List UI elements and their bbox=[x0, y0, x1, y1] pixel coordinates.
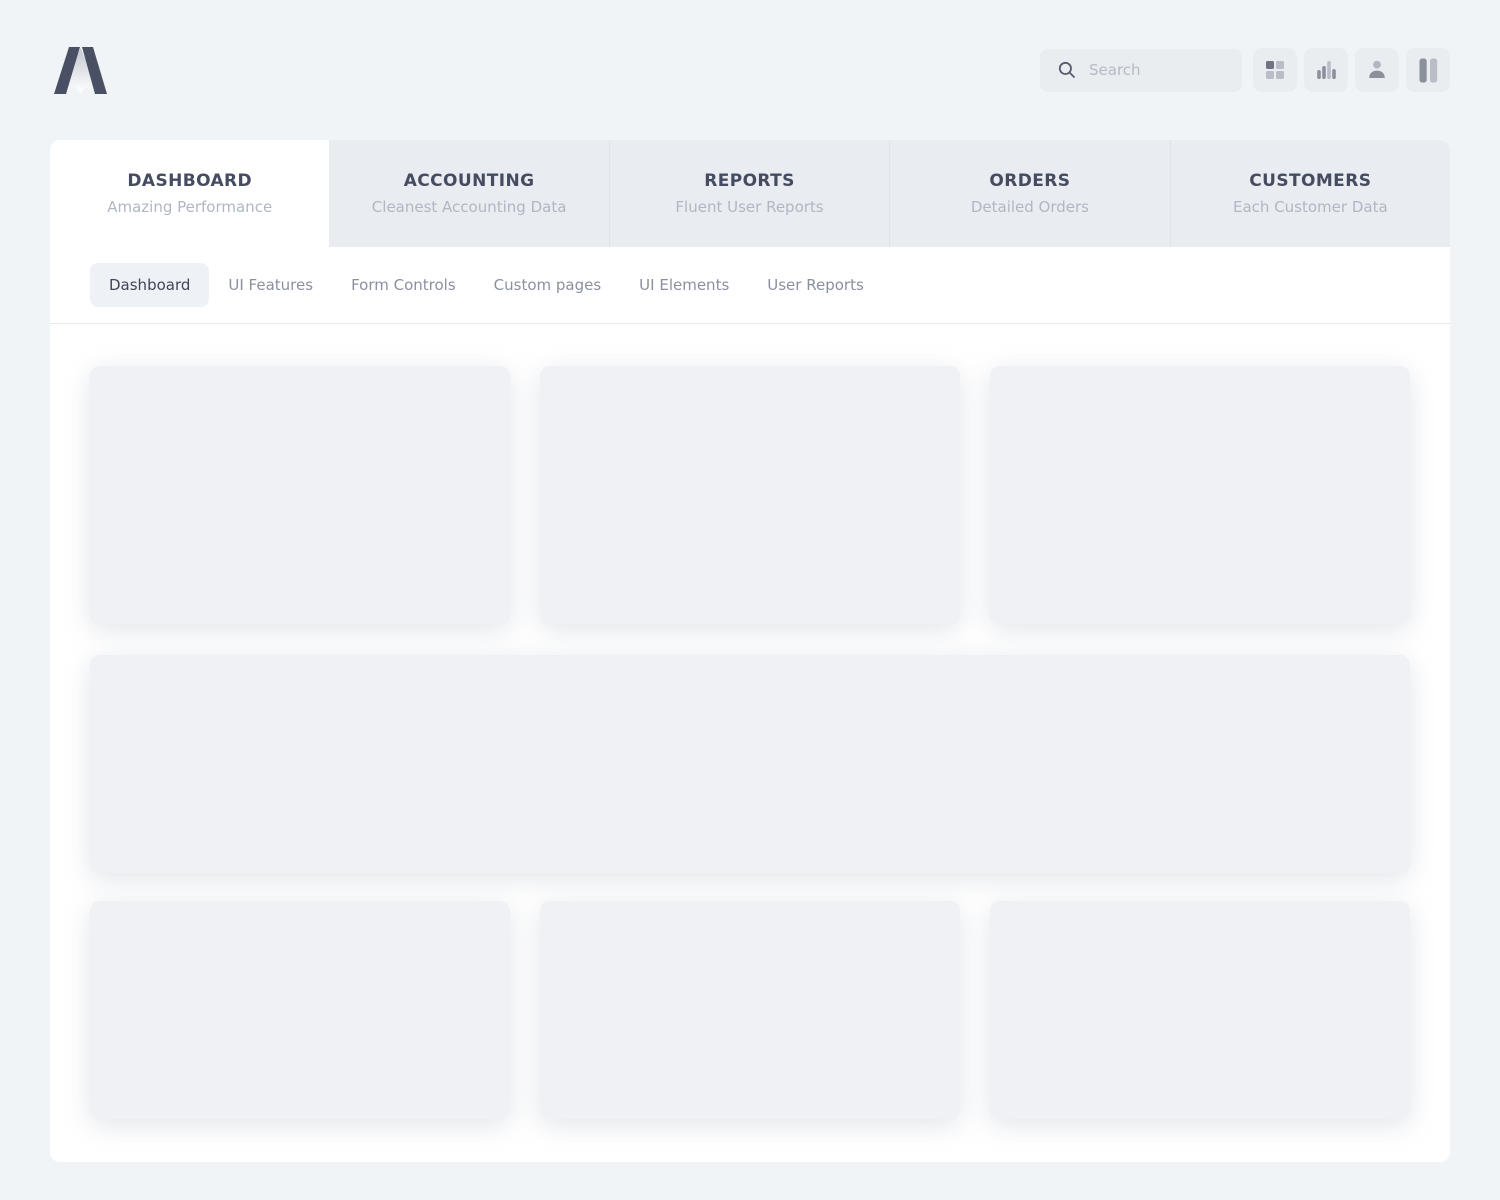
subnav-item-user-reports[interactable]: User Reports bbox=[748, 263, 883, 307]
placeholder-card bbox=[990, 366, 1410, 624]
analytics-button[interactable] bbox=[1304, 48, 1348, 92]
tab-dashboard[interactable]: DASHBOARD Amazing Performance bbox=[50, 140, 329, 247]
placeholder-card-wide bbox=[90, 655, 1410, 873]
subnav-item-custom-pages[interactable]: Custom pages bbox=[475, 263, 621, 307]
placeholder-card bbox=[90, 901, 510, 1119]
tab-subtitle: Cleanest Accounting Data bbox=[372, 198, 567, 216]
tab-title: DASHBOARD bbox=[127, 171, 252, 191]
columns-icon bbox=[1419, 58, 1438, 83]
tab-reports[interactable]: REPORTS Fluent User Reports bbox=[610, 140, 890, 247]
tab-title: ORDERS bbox=[989, 171, 1070, 191]
placeholder-card bbox=[990, 901, 1410, 1119]
layout-columns-button[interactable] bbox=[1406, 48, 1450, 92]
dashboard-content bbox=[50, 324, 1450, 1163]
placeholder-card bbox=[540, 901, 960, 1119]
bar-chart-icon bbox=[1315, 59, 1337, 81]
search-input[interactable] bbox=[1089, 61, 1219, 79]
top-bar bbox=[0, 0, 1500, 140]
placeholder-card bbox=[90, 366, 510, 624]
subnav-item-dashboard[interactable]: Dashboard bbox=[90, 263, 209, 307]
top-actions bbox=[1040, 48, 1450, 92]
search-box[interactable] bbox=[1040, 49, 1242, 92]
search-icon bbox=[1058, 61, 1076, 79]
tab-subtitle: Detailed Orders bbox=[971, 198, 1089, 216]
subnav-item-ui-features[interactable]: UI Features bbox=[209, 263, 332, 307]
sub-navigation: Dashboard UI Features Form Controls Cust… bbox=[50, 247, 1450, 324]
grid-view-button[interactable] bbox=[1253, 48, 1297, 92]
main-card: DASHBOARD Amazing Performance ACCOUNTING… bbox=[50, 140, 1450, 1162]
main-tabs: DASHBOARD Amazing Performance ACCOUNTING… bbox=[50, 140, 1450, 247]
grid-icon bbox=[1266, 61, 1284, 79]
placeholder-row-top bbox=[90, 366, 1410, 624]
tab-accounting[interactable]: ACCOUNTING Cleanest Accounting Data bbox=[329, 140, 609, 247]
subnav-item-ui-elements[interactable]: UI Elements bbox=[620, 263, 748, 307]
tab-orders[interactable]: ORDERS Detailed Orders bbox=[890, 140, 1170, 247]
placeholder-card bbox=[540, 366, 960, 624]
tab-subtitle: Each Customer Data bbox=[1233, 198, 1388, 216]
user-icon bbox=[1366, 59, 1388, 81]
tab-title: ACCOUNTING bbox=[404, 171, 535, 191]
tab-title: CUSTOMERS bbox=[1249, 171, 1371, 191]
tab-subtitle: Amazing Performance bbox=[107, 198, 272, 216]
placeholder-row-bottom bbox=[90, 901, 1410, 1119]
brand-m-logo-icon bbox=[50, 47, 108, 94]
tab-subtitle: Fluent User Reports bbox=[675, 198, 823, 216]
tab-title: REPORTS bbox=[704, 171, 795, 191]
brand-logo[interactable] bbox=[50, 47, 108, 94]
profile-button[interactable] bbox=[1355, 48, 1399, 92]
subnav-item-form-controls[interactable]: Form Controls bbox=[332, 263, 475, 307]
tab-customers[interactable]: CUSTOMERS Each Customer Data bbox=[1171, 140, 1450, 247]
